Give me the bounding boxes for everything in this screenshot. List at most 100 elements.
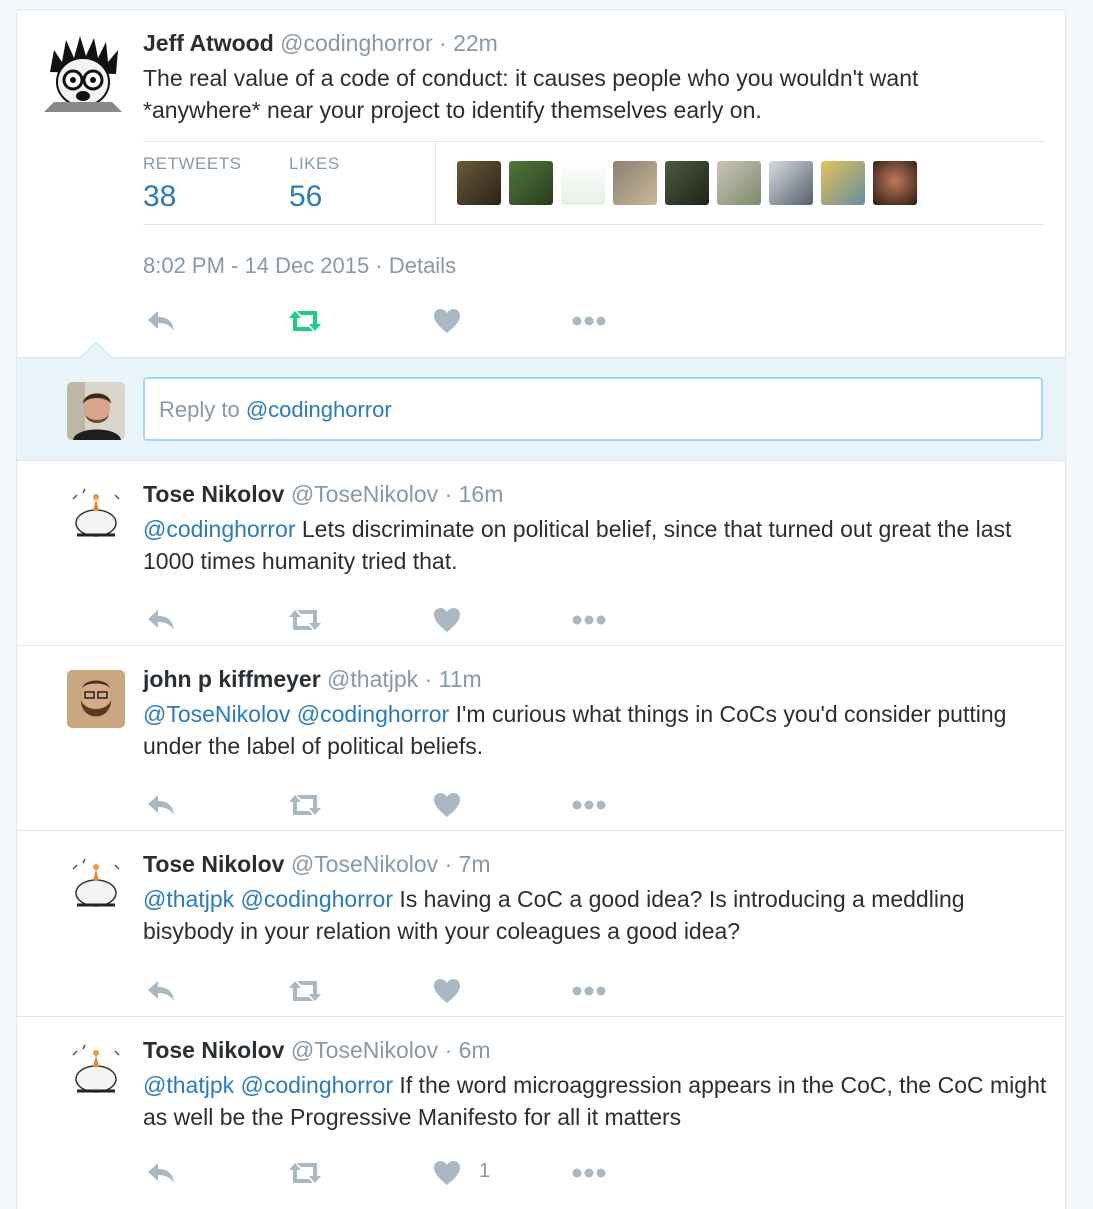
retweet-button[interactable] (287, 1156, 323, 1190)
avatar-jeff-atwood[interactable] (40, 32, 126, 118)
like-button[interactable] (429, 304, 465, 338)
reply-button[interactable] (143, 1156, 179, 1190)
heart-icon (434, 979, 460, 1003)
separator-dot: · (444, 481, 453, 507)
stats-divider (435, 142, 436, 224)
tweet-time[interactable]: 16m (459, 481, 504, 507)
more-button[interactable] (571, 788, 607, 822)
retweet-button[interactable] (287, 603, 323, 637)
more-button[interactable] (571, 304, 607, 338)
reply-actions (143, 603, 643, 637)
tweet-meta: 8:02 PM - 14 Dec 2015 · Details (143, 253, 456, 279)
reply-button[interactable] (143, 304, 179, 338)
avatar-tose-nikolov[interactable] (67, 1041, 125, 1099)
mention-link[interactable]: @codinghorror (143, 516, 295, 542)
more-button[interactable] (571, 603, 607, 637)
reply-tweet-3[interactable]: Tose Nikolov @ToseNikolov · 7m @thatjpk … (17, 831, 1065, 1017)
reply-icon (148, 981, 174, 1001)
details-link[interactable]: Details (389, 253, 456, 278)
liker-avatar[interactable] (561, 161, 605, 205)
retweet-button[interactable] (287, 304, 323, 338)
reply-header: Tose Nikolov @ToseNikolov · 7m (143, 851, 491, 878)
mention-link[interactable]: @ToseNikolov (143, 701, 290, 727)
reply-icon (148, 795, 174, 815)
liker-avatar[interactable] (769, 161, 813, 205)
retweets-label: RETWEETS (143, 154, 242, 173)
liker-avatar[interactable] (509, 161, 553, 205)
heart-icon (434, 309, 460, 333)
likes-stat[interactable]: LIKES 56 (289, 154, 340, 214)
mention-link[interactable]: @codinghorror (297, 701, 449, 727)
reply-tweet-2[interactable]: john p kiffmeyer @thatjpk · 11m @ToseNik… (17, 646, 1065, 831)
reply-button[interactable] (143, 788, 179, 822)
liker-avatar[interactable] (613, 161, 657, 205)
reply-button[interactable] (143, 603, 179, 637)
avatar-tose-nikolov[interactable] (67, 485, 125, 543)
heart-icon (434, 608, 460, 632)
retweet-icon (289, 311, 321, 331)
retweet-button[interactable] (287, 788, 323, 822)
tweet-time[interactable]: 22m (453, 30, 498, 56)
reply-tweet-1[interactable]: Tose Nikolov @ToseNikolov · 16m @codingh… (17, 461, 1065, 646)
reply-icon (148, 1163, 174, 1183)
author-name[interactable]: Tose Nikolov (143, 481, 284, 507)
author-handle[interactable]: @thatjpk (327, 666, 418, 692)
liker-avatar[interactable] (665, 161, 709, 205)
mention-link[interactable]: @codinghorror (241, 886, 393, 912)
reply-button[interactable] (143, 974, 179, 1008)
reply-text: @thatjpk @codinghorror If the word micro… (143, 1069, 1053, 1133)
author-name[interactable]: Tose Nikolov (143, 851, 284, 877)
liker-avatar[interactable] (873, 161, 917, 205)
liker-avatar[interactable] (457, 161, 501, 205)
tweet-time[interactable]: 7m (459, 851, 491, 877)
liker-avatar[interactable] (717, 161, 761, 205)
reply-header: john p kiffmeyer @thatjpk · 11m (143, 666, 482, 693)
like-button[interactable] (429, 974, 465, 1008)
tweet-time[interactable]: 6m (459, 1037, 491, 1063)
tweet-stats: RETWEETS 38 LIKES 56 (143, 141, 1045, 225)
mention-link[interactable]: @thatjpk (143, 886, 234, 912)
reply-header: Tose Nikolov @ToseNikolov · 6m (143, 1037, 491, 1064)
retweet-button[interactable] (287, 974, 323, 1008)
main-tweet-header: Jeff Atwood @codinghorror · 22m (143, 30, 498, 57)
avatar-tose-nikolov[interactable] (67, 855, 125, 913)
more-dots-icon (572, 1168, 606, 1178)
author-name[interactable]: Tose Nikolov (143, 1037, 284, 1063)
author-name[interactable]: Jeff Atwood (143, 30, 274, 56)
reply-actions (143, 788, 643, 822)
more-dots-icon (572, 800, 606, 810)
reply-actions (143, 974, 643, 1008)
tweet-timestamp: 8:02 PM - 14 Dec 2015 (143, 253, 370, 278)
like-button[interactable] (429, 1156, 465, 1190)
reply-header: Tose Nikolov @ToseNikolov · 16m (143, 481, 503, 508)
reply-input[interactable]: Reply to @codinghorror (143, 377, 1043, 441)
author-handle[interactable]: @ToseNikolov (291, 481, 438, 507)
avatar-john-kiffmeyer[interactable] (67, 670, 125, 728)
mention-link[interactable]: @thatjpk (143, 1072, 234, 1098)
reply-text: @codinghorror Lets discriminate on polit… (143, 513, 1053, 577)
heart-icon (434, 1161, 460, 1185)
separator-dot: · (424, 666, 433, 692)
tweet-text: The real value of a code of conduct: it … (143, 65, 919, 123)
liker-avatar[interactable] (821, 161, 865, 205)
reply-text: @ToseNikolov @codinghorror I'm curious w… (143, 698, 1053, 762)
author-name[interactable]: john p kiffmeyer (143, 666, 321, 692)
likers-avatars (457, 161, 917, 205)
like-button[interactable] (429, 603, 465, 637)
retweet-icon (289, 1163, 321, 1183)
author-handle[interactable]: @ToseNikolov (291, 1037, 438, 1063)
like-button[interactable] (429, 788, 465, 822)
author-handle[interactable]: @ToseNikolov (291, 851, 438, 877)
more-button[interactable] (571, 1156, 607, 1190)
more-button[interactable] (571, 974, 607, 1008)
tweet-time[interactable]: 11m (439, 666, 482, 692)
reply-tweet-4[interactable]: Tose Nikolov @ToseNikolov · 6m @thatjpk … (17, 1017, 1065, 1207)
like-count: 1 (479, 1160, 491, 1182)
more-dots-icon (572, 986, 606, 996)
author-handle[interactable]: @codinghorror (280, 30, 432, 56)
retweet-icon (289, 610, 321, 630)
retweets-stat[interactable]: RETWEETS 38 (143, 154, 241, 214)
current-user-avatar[interactable] (67, 382, 125, 440)
mention-link[interactable]: @codinghorror (241, 1072, 393, 1098)
separator-dot: · (444, 1037, 453, 1063)
